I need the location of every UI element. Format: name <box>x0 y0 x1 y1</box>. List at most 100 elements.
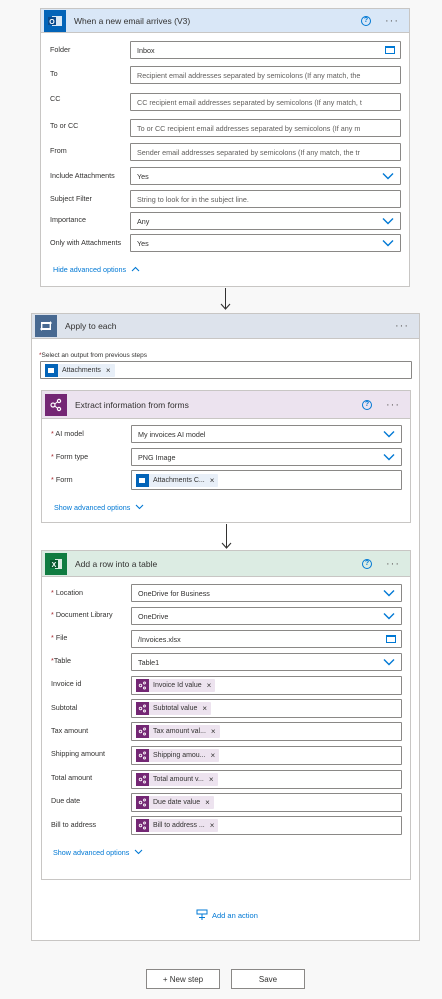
chevron-down-icon[interactable] <box>383 658 395 666</box>
invoice-id-field[interactable]: Invoice Id value × <box>131 676 402 695</box>
help-icon[interactable]: ? <box>362 558 372 569</box>
chevron-down-icon[interactable] <box>383 612 395 620</box>
ai-builder-icon <box>136 679 149 692</box>
attachments-content-token[interactable]: Attachments C... × <box>136 473 219 487</box>
extract-header[interactable]: Extract information from forms ? ··· <box>42 391 410 419</box>
select-output-field[interactable]: Attachments × <box>40 361 412 379</box>
from-field[interactable]: Sender email addresses separated by semi… <box>130 143 401 161</box>
ai-builder-icon <box>136 796 149 809</box>
apply-to-each-title: Apply to each <box>65 321 117 331</box>
subtotal-token[interactable]: Subtotal value × <box>136 702 212 715</box>
total-amount-token[interactable]: Total amount v... × <box>136 773 218 786</box>
chevron-down-icon[interactable] <box>382 239 394 247</box>
ai-builder-icon <box>136 725 149 738</box>
outlook-icon <box>136 473 149 487</box>
outlook-icon: O <box>44 9 66 32</box>
subtotal-label: Subtotal <box>51 703 78 712</box>
remove-token-icon[interactable]: × <box>106 366 115 375</box>
due-date-token[interactable]: Due date value × <box>136 796 214 809</box>
table-dropdown[interactable]: Table1 <box>131 653 402 671</box>
chevron-up-icon <box>131 266 140 272</box>
chevron-down-icon[interactable] <box>382 217 394 225</box>
importance-dropdown[interactable]: Any <box>130 212 401 230</box>
chevron-down-icon[interactable] <box>383 453 395 461</box>
remove-token-icon[interactable]: × <box>209 775 218 784</box>
add-action-button[interactable]: Add an action <box>196 909 258 921</box>
help-icon[interactable]: ? <box>361 15 371 26</box>
to-field[interactable]: Recipient email addresses separated by s… <box>130 66 401 84</box>
table-label: *Table <box>51 656 71 665</box>
form-type-label: * Form type <box>51 452 89 461</box>
folder-icon[interactable] <box>385 46 395 54</box>
invoice-id-token[interactable]: Invoice Id value × <box>136 679 216 692</box>
remove-token-icon[interactable]: × <box>207 681 216 690</box>
more-options-icon[interactable]: ··· <box>385 15 399 26</box>
file-field[interactable]: /Invoices.xlsx <box>131 630 402 648</box>
only-with-attachments-dropdown[interactable]: Yes <box>130 234 401 252</box>
more-options-icon[interactable]: ··· <box>395 321 409 332</box>
show-advanced-options-link[interactable]: Show advanced options <box>53 848 143 857</box>
bill-to-address-token[interactable]: Bill to address ... × <box>136 819 219 832</box>
ai-model-dropdown[interactable]: My invoices AI model <box>131 425 402 443</box>
remove-token-icon[interactable]: × <box>205 798 214 807</box>
form-label: * Form <box>51 475 73 484</box>
include-attachments-dropdown[interactable]: Yes <box>130 167 401 185</box>
apply-to-each-card: Apply to each ··· *Select an output from… <box>31 313 420 941</box>
tax-amount-field[interactable]: Tax amount val... × <box>131 722 402 741</box>
more-options-icon[interactable]: ··· <box>386 399 400 410</box>
ai-builder-icon <box>136 819 149 832</box>
bill-to-address-label: Bill to address <box>51 820 97 829</box>
chevron-down-icon[interactable] <box>383 430 395 438</box>
cc-field[interactable]: CC recipient email addresses separated b… <box>130 93 401 111</box>
tax-amount-token[interactable]: Tax amount val... × <box>136 725 220 738</box>
svg-text:X: X <box>52 562 57 569</box>
remove-token-icon[interactable]: × <box>210 821 219 830</box>
remove-token-icon[interactable]: × <box>202 704 211 713</box>
subject-filter-field[interactable]: String to look for in the subject line. <box>130 190 401 208</box>
new-step-button[interactable]: + New step <box>146 969 220 989</box>
form-type-dropdown[interactable]: PNG Image <box>131 448 402 466</box>
bill-to-address-field[interactable]: Bill to address ... × <box>131 816 402 835</box>
add-row-header[interactable]: X Add a row into a table ? ··· <box>42 551 410 577</box>
trigger-card-header[interactable]: O When a new email arrives (V3) ? ··· <box>41 9 409 33</box>
folder-field[interactable]: Inbox <box>130 41 401 59</box>
total-amount-label: Total amount <box>51 773 93 782</box>
attachments-token[interactable]: Attachments × <box>45 363 115 377</box>
document-library-dropdown[interactable]: OneDrive <box>131 607 402 625</box>
help-icon[interactable]: ? <box>362 399 372 410</box>
add-row-card: X Add a row into a table ? ··· * Locatio… <box>41 550 411 880</box>
shipping-amount-field[interactable]: Shipping amou... × <box>131 746 402 765</box>
extract-title: Extract information from forms <box>75 399 189 410</box>
add-action-icon <box>196 909 208 920</box>
due-date-label: Due date <box>51 796 81 805</box>
save-button[interactable]: Save <box>231 969 305 989</box>
remove-token-icon[interactable]: × <box>211 751 220 760</box>
apply-to-each-header[interactable]: Apply to each ··· <box>32 314 419 339</box>
select-output-label: *Select an output from previous steps <box>39 352 148 359</box>
loop-icon <box>35 315 57 337</box>
due-date-field[interactable]: Due date value × <box>131 793 402 812</box>
shipping-amount-token[interactable]: Shipping amou... × <box>136 749 220 762</box>
chevron-down-icon <box>135 504 144 510</box>
more-options-icon[interactable]: ··· <box>386 558 400 569</box>
svg-text:O: O <box>49 19 55 26</box>
extract-card: Extract information from forms ? ··· * A… <box>41 390 411 523</box>
remove-token-icon[interactable]: × <box>210 476 219 485</box>
remove-token-icon[interactable]: × <box>211 727 220 736</box>
form-field[interactable]: Attachments C... × <box>131 470 402 490</box>
chevron-down-icon[interactable] <box>382 172 394 180</box>
tax-amount-label: Tax amount <box>51 726 89 735</box>
hide-advanced-options-link[interactable]: Hide advanced options <box>53 265 140 274</box>
total-amount-field[interactable]: Total amount v... × <box>131 770 402 789</box>
location-dropdown[interactable]: OneDrive for Business <box>131 584 402 602</box>
folder-icon[interactable] <box>386 635 396 643</box>
ai-builder-icon <box>136 773 149 786</box>
chevron-down-icon <box>134 849 143 855</box>
subtotal-field[interactable]: Subtotal value × <box>131 699 402 718</box>
show-advanced-options-link[interactable]: Show advanced options <box>54 503 144 512</box>
to-or-cc-field[interactable]: To or CC recipient email addresses separ… <box>130 119 401 137</box>
chevron-down-icon[interactable] <box>383 589 395 597</box>
ai-model-label: * AI model <box>51 429 84 438</box>
ai-builder-icon <box>136 702 149 715</box>
trigger-card: O When a new email arrives (V3) ? ··· Fo… <box>40 8 410 287</box>
